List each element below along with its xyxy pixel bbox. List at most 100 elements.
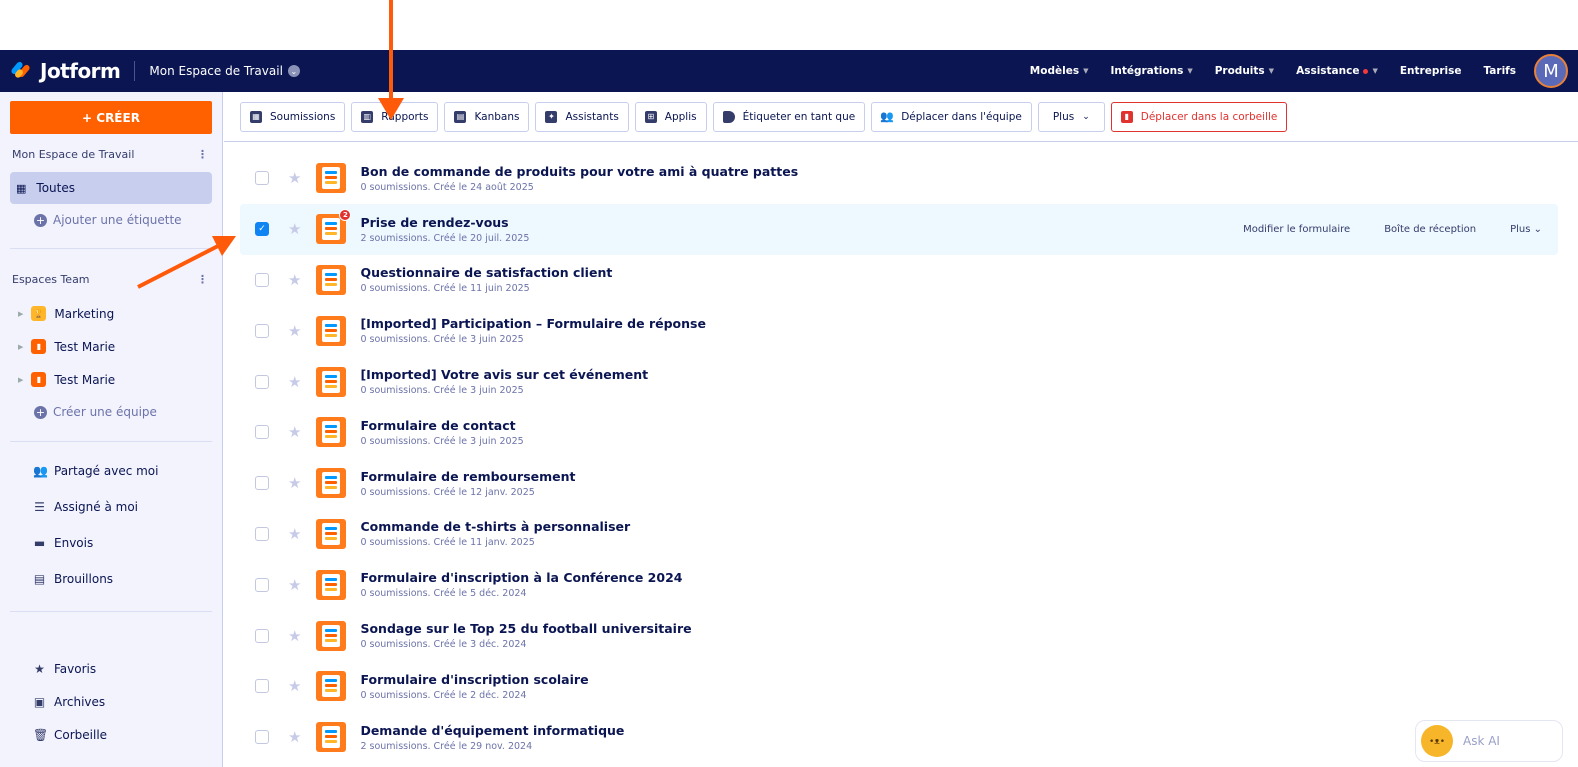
team-marketing[interactable]: ▶ 🏆 Marketing <box>0 297 222 330</box>
row-checkbox[interactable] <box>255 272 269 287</box>
row-checkbox[interactable] <box>255 476 269 491</box>
row-checkbox[interactable] <box>255 577 269 592</box>
create-button[interactable]: + CRÉER <box>10 101 212 134</box>
star-icon[interactable]: ★ <box>288 322 301 340</box>
star-icon[interactable]: ★ <box>288 169 301 187</box>
form-meta: 0 soumissions. Créé le 3 juin 2025 <box>360 334 524 346</box>
star-icon[interactable]: ★ <box>288 728 301 746</box>
team-test-marie-2[interactable]: ▶ ▮ Test Marie <box>0 363 222 396</box>
nav-assistance[interactable]: Assistance ▼ <box>1296 65 1378 77</box>
form-row[interactable]: ★ Formulaire de remboursement 0 soumissio… <box>240 458 1558 509</box>
star-icon[interactable]: ★ <box>288 474 301 492</box>
nav-entreprise[interactable]: Entreprise <box>1400 65 1462 77</box>
star-icon[interactable]: ★ <box>288 576 301 594</box>
caret-right-icon[interactable]: ▶ <box>18 310 23 318</box>
row-checkbox[interactable] <box>255 323 269 338</box>
sidebar-item-drafts[interactable]: ▤ Brouillons <box>0 561 222 597</box>
assistants-button[interactable]: ✦ Assistants <box>535 101 629 132</box>
move-to-trash-button[interactable]: ▮ Déplacer dans la corbeille <box>1110 101 1288 132</box>
star-icon[interactable]: ★ <box>288 627 301 645</box>
star-icon[interactable]: ★ <box>288 373 301 391</box>
chevron-down-icon: ▼ <box>1083 67 1089 75</box>
form-title[interactable]: Prise de rendez-vous <box>360 215 529 230</box>
row-checkbox[interactable]: ✓ <box>255 222 269 237</box>
form-meta: 2 soumissions. Créé le 20 juil. 2025 <box>360 232 530 244</box>
star-icon[interactable]: ★ <box>288 271 301 289</box>
form-row[interactable]: ★ Sondage sur le Top 25 du football univ… <box>240 610 1558 661</box>
form-row[interactable]: ★ Questionnaire de satisfaction client 0 … <box>240 255 1558 306</box>
row-checkbox[interactable] <box>255 526 269 541</box>
row-checkbox[interactable] <box>255 374 269 389</box>
sidebar-item-archives[interactable]: ▣ Archives <box>0 685 222 718</box>
form-title[interactable]: Formulaire de remboursement <box>360 469 575 484</box>
nav-produits[interactable]: Produits ▼ <box>1215 65 1274 77</box>
reports-button[interactable]: ▥ Rapports <box>351 101 439 132</box>
form-title[interactable]: [Imported] Participation – Formulaire de… <box>360 316 706 331</box>
inbox-link[interactable]: Boîte de réception <box>1384 224 1476 235</box>
more-vertical-icon[interactable]: ⋮ <box>197 273 208 286</box>
form-row[interactable]: ★ [Imported] Participation – Formulaire … <box>240 305 1558 356</box>
form-title[interactable]: Questionnaire de satisfaction client <box>360 265 612 280</box>
chevron-down-icon: ▼ <box>1268 67 1275 75</box>
form-title[interactable]: Commande de t-shirts à personnaliser <box>360 519 630 534</box>
caret-right-icon[interactable]: ▶ <box>18 376 23 384</box>
move-to-team-button[interactable]: 👥 Déplacer dans l'équipe <box>871 101 1032 132</box>
sidebar-item-trash[interactable]: 🗑 Corbeille <box>0 718 222 751</box>
kanbans-button[interactable]: ▤ Kanbans <box>444 101 530 132</box>
sidebar-item-shared[interactable]: 👥 Partagé avec moi <box>0 453 222 489</box>
create-team-button[interactable]: + Créer une équipe <box>0 396 222 428</box>
submissions-button[interactable]: ▦ Soumissions <box>240 101 346 132</box>
team-test-marie[interactable]: ▶ ▮ Test Marie <box>0 330 222 363</box>
label-as-button[interactable]: Étiqueter en tant que <box>712 101 866 132</box>
more-button[interactable]: Plus ⌄ <box>1037 101 1105 132</box>
form-row[interactable]: ★ [Imported] Votre avis sur cet événemen… <box>240 356 1558 407</box>
star-icon[interactable]: ★ <box>288 677 301 695</box>
form-row[interactable]: ★ Formulaire d'inscription scolaire 0 sou… <box>240 661 1558 712</box>
trash-icon: ▮ <box>1120 110 1133 123</box>
avatar[interactable]: M <box>1534 54 1568 88</box>
form-title[interactable]: Formulaire de contact <box>360 418 523 433</box>
form-row[interactable]: ★ Commande de t-shirts à personnaliser 0 … <box>240 509 1558 560</box>
star-icon[interactable]: ★ <box>288 525 301 543</box>
row-checkbox[interactable] <box>255 730 269 745</box>
sidebar-item-assigned[interactable]: ☰ Assigné à moi <box>0 489 222 525</box>
jotform-logo[interactable]: Jotform <box>10 59 121 83</box>
nav-modeles[interactable]: Modèles ▼ <box>1030 65 1089 77</box>
checklist-icon: ☰ <box>34 500 45 514</box>
form-row[interactable]: ★ Formulaire d'inscription à la Conféren… <box>240 559 1558 610</box>
row-checkbox[interactable] <box>255 628 269 643</box>
report-icon: ▥ <box>361 110 374 123</box>
row-checkbox[interactable] <box>255 679 269 694</box>
form-title[interactable]: Formulaire d'inscription scolaire <box>360 672 588 687</box>
form-row[interactable]: ★ Demande d'équipement informatique 2 sou… <box>240 712 1558 763</box>
row-checkbox[interactable] <box>255 171 269 186</box>
ask-ai-button[interactable]: •ᴥ• Ask AI <box>1415 720 1563 762</box>
workspace-switcher[interactable]: Mon Espace de Travail ⌄ <box>149 64 300 78</box>
row-more-button[interactable]: Plus ⌄ <box>1510 224 1542 235</box>
chevron-down-icon: ▼ <box>1187 67 1193 75</box>
sidebar-item-favorites[interactable]: ★ Favoris <box>0 652 222 685</box>
form-title[interactable]: Demande d'équipement informatique <box>360 723 624 738</box>
form-row[interactable]: ✓ ★ 2 Prise de rendez-vous 2 soumissions.… <box>240 203 1558 255</box>
form-title[interactable]: Bon de commande de produits pour votre a… <box>360 164 798 179</box>
star-icon[interactable]: ★ <box>288 220 301 238</box>
sidebar-item-sent[interactable]: ▬ Envois <box>0 525 222 561</box>
form-title[interactable]: [Imported] Votre avis sur cet événement <box>360 367 648 382</box>
caret-right-icon[interactable]: ▶ <box>18 343 23 351</box>
form-title[interactable]: Formulaire d'inscription à la Conférence… <box>360 570 682 585</box>
nav-integrations[interactable]: Intégrations ▼ <box>1110 65 1192 77</box>
apps-button[interactable]: ⊞ Applis <box>634 101 707 132</box>
form-row[interactable]: ★ Bon de commande de produits pour votre… <box>240 153 1558 204</box>
star-icon[interactable]: ★ <box>288 423 301 441</box>
edit-form-link[interactable]: Modifier le formulaire <box>1243 224 1350 235</box>
nav-tarifs[interactable]: Tarifs <box>1484 65 1517 77</box>
form-meta: 0 soumissions. Créé le 2 déc. 2024 <box>360 689 527 701</box>
form-meta: 0 soumissions. Créé le 3 juin 2025 <box>360 435 524 447</box>
add-label-button[interactable]: + Ajouter une étiquette <box>0 204 222 236</box>
users-icon: 👥 <box>33 464 48 478</box>
form-title[interactable]: Sondage sur le Top 25 du football univer… <box>360 621 691 636</box>
row-checkbox[interactable] <box>255 425 269 440</box>
form-row[interactable]: ★ Formulaire de contact 0 soumissions. Cr… <box>240 407 1558 458</box>
more-vertical-icon[interactable]: ⋮ <box>197 148 208 161</box>
sidebar-item-all[interactable]: ▦ Toutes <box>10 172 212 204</box>
